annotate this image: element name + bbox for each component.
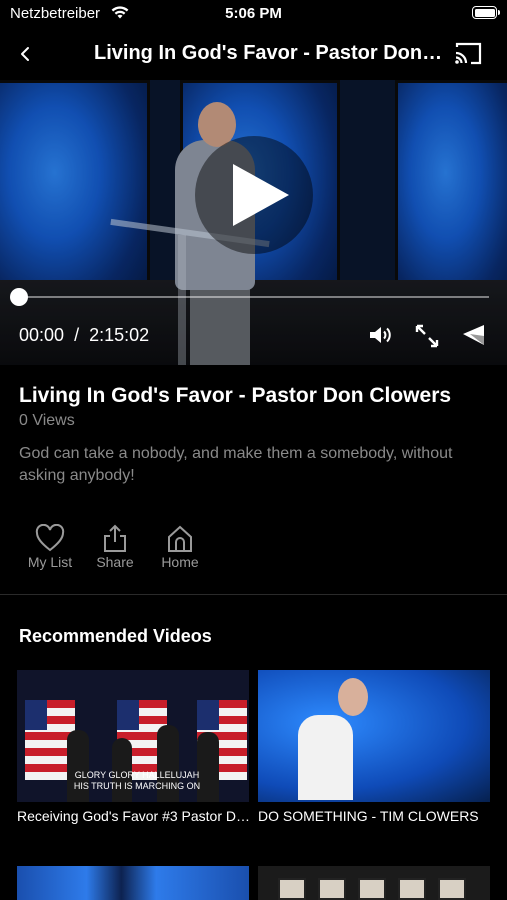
video-title: Living In God's Favor - Pastor Don Clowe… [19, 384, 452, 407]
play-icon [233, 164, 289, 226]
home-label: Home [161, 554, 199, 570]
play-button[interactable] [195, 136, 313, 254]
home-icon [168, 525, 192, 552]
fullscreen-icon[interactable] [414, 323, 440, 349]
current-time: 00:00 [19, 325, 65, 345]
progress-track[interactable] [19, 296, 489, 298]
action-bar: My List Share Home [0, 524, 507, 574]
recommended-thumbnail[interactable] [258, 670, 490, 802]
back-chevron-icon[interactable] [14, 42, 38, 66]
time-display: 00:00 / 2:15:02 [19, 325, 149, 346]
divider [0, 594, 507, 595]
time-separator: / [74, 325, 80, 345]
my-list-label: My List [27, 554, 73, 570]
battery-icon [472, 6, 500, 19]
recommended-caption[interactable]: Receiving God's Favor #3 Pastor Don Clow… [17, 808, 252, 824]
battery-level [474, 8, 495, 17]
recommended-heading: Recommended Videos [19, 626, 212, 646]
share-icon [104, 524, 126, 552]
nav-bar: Living In God's Favor - Pastor Don Clowe… [0, 28, 507, 80]
recommended-thumbnail[interactable]: GLORY GLORY HALLELUJAH HIS TRUTH IS MARC… [17, 670, 249, 802]
heart-icon [35, 524, 65, 552]
duration: 2:15:02 [89, 325, 150, 345]
recommended-thumbnail[interactable] [17, 866, 249, 900]
nav-title: Living In God's Favor - Pastor Don Clowe… [94, 42, 444, 64]
airplay-icon[interactable] [460, 322, 486, 348]
recommended-caption[interactable]: DO SOMETHING - TIM CLOWERS [258, 808, 498, 824]
share-button[interactable]: Share [85, 524, 145, 570]
home-button[interactable]: Home [150, 524, 210, 570]
clock: 5:06 PM [225, 5, 282, 22]
volume-icon[interactable] [368, 323, 392, 347]
recommended-thumbnail[interactable] [258, 866, 490, 900]
share-label: Share [96, 554, 134, 570]
speaker-figure [298, 715, 353, 800]
status-bar: Netzbetreiber 5:06 PM [0, 0, 507, 28]
video-player[interactable]: 00:00 / 2:15:02 [0, 80, 507, 365]
my-list-button[interactable]: My List [20, 524, 80, 570]
view-count: 0 Views [19, 412, 75, 429]
video-description: God can take a nobody, and make them a s… [19, 445, 453, 484]
speaker-figure [338, 678, 368, 716]
cast-icon[interactable] [453, 40, 483, 66]
scrubber-handle[interactable] [10, 288, 28, 306]
lyric-overlay: GLORY GLORY HALLELUJAH HIS TRUTH IS MARC… [73, 770, 201, 791]
